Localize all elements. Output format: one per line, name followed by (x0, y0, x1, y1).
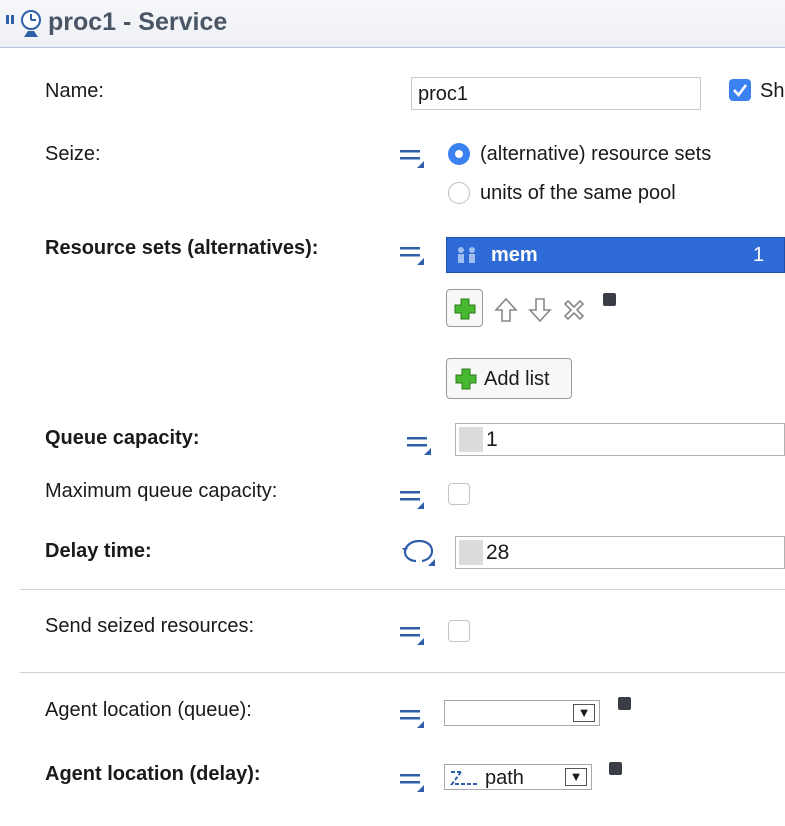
resource-set-row[interactable]: mem 1 (446, 237, 785, 273)
seize-label: Seize: (45, 143, 101, 165)
static-value-icon[interactable] (399, 624, 425, 646)
dropdown-arrow-icon[interactable]: ▼ (565, 768, 587, 786)
static-value-icon[interactable] (399, 488, 425, 510)
agent-location-delay-value: path (485, 767, 524, 789)
queue-capacity-input[interactable]: 1 (455, 423, 785, 456)
add-list-button[interactable]: Add list (446, 358, 572, 399)
remove-icon[interactable] (562, 298, 586, 322)
add-resource-button[interactable] (446, 289, 483, 327)
delay-time-value: 28 (486, 541, 510, 564)
static-value-icon[interactable] (406, 434, 432, 456)
service-block-icon (6, 10, 41, 37)
agent-location-queue-label: Agent location (queue): (45, 699, 252, 721)
seize-option-resource-sets-radio[interactable] (448, 143, 470, 165)
dynamic-value-icon[interactable] (402, 537, 436, 567)
max-queue-capacity-checkbox[interactable] (448, 483, 470, 505)
resource-sets-label: Resource sets (alternatives): (45, 237, 319, 259)
check-icon (733, 84, 748, 98)
move-up-icon[interactable] (494, 297, 518, 323)
static-value-icon[interactable] (399, 771, 425, 793)
delay-time-input[interactable]: 28 (455, 536, 785, 569)
resource-pool-icon (458, 247, 475, 263)
name-input[interactable]: proc1 (411, 77, 701, 110)
seize-option-same-pool-label: units of the same pool (480, 182, 676, 204)
move-down-icon[interactable] (528, 297, 552, 323)
send-seized-resources-label: Send seized resources: (45, 615, 255, 637)
static-value-icon[interactable] (399, 147, 425, 169)
show-name-label: Sh (760, 80, 785, 102)
seize-option-resource-sets-label: (alternative) resource sets (480, 143, 712, 165)
static-value-icon[interactable] (399, 707, 425, 729)
agent-location-queue-select[interactable]: ▼ (444, 700, 600, 726)
page-title: proc1 - Service (48, 8, 228, 36)
add-list-label: Add list (484, 368, 550, 390)
section-divider (20, 589, 785, 590)
send-seized-resources-checkbox[interactable] (448, 620, 470, 642)
path-icon (450, 771, 477, 785)
queue-capacity-label: Queue capacity: (45, 427, 200, 449)
queue-capacity-value: 1 (486, 428, 498, 451)
agent-location-delay-label: Agent location (delay): (45, 763, 261, 785)
resource-set-name: mem (491, 244, 538, 266)
code-field-marker (459, 427, 483, 452)
dynamic-marker-icon (603, 293, 616, 306)
dropdown-arrow-icon[interactable]: ▼ (573, 704, 595, 722)
dynamic-marker-icon (618, 697, 631, 710)
dynamic-marker-icon (609, 762, 622, 775)
section-divider (20, 672, 785, 673)
max-queue-capacity-label: Maximum queue capacity: (45, 480, 278, 502)
show-name-checkbox[interactable] (729, 79, 751, 101)
agent-location-delay-select[interactable]: path ▼ (444, 764, 592, 790)
seize-option-same-pool-radio[interactable] (448, 182, 470, 204)
plus-icon (454, 298, 476, 320)
delay-time-label: Delay time: (45, 540, 152, 562)
name-label: Name: (45, 80, 104, 102)
code-field-marker (459, 540, 483, 565)
plus-icon (455, 368, 477, 390)
resource-set-count: 1 (753, 244, 765, 266)
static-value-icon[interactable] (399, 244, 425, 266)
